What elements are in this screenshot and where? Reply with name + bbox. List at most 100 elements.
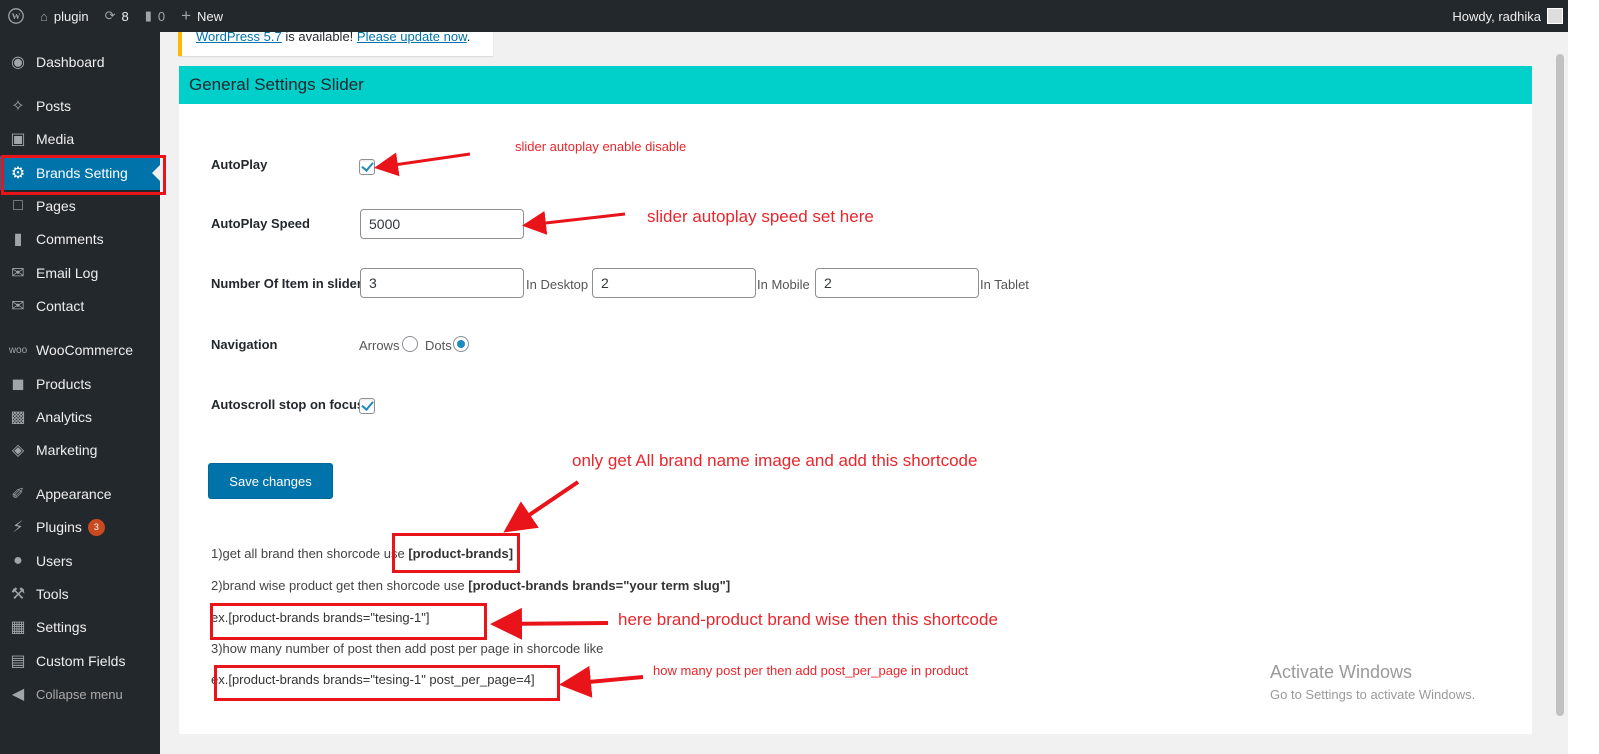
sidebar-item-label: Products <box>36 376 92 392</box>
autoscroll-label: Autoscroll stop on focus <box>211 397 365 412</box>
site-name-link[interactable]: ⌂ plugin <box>32 0 97 32</box>
sidebar-item-label: Marketing <box>36 442 98 458</box>
sidebar-item-products[interactable]: ◼ Products <box>0 367 160 401</box>
contact-icon: ✉ <box>11 298 25 315</box>
plug-icon: ⚡ <box>12 519 24 536</box>
sidebar-item-comments[interactable]: ▮ Comments <box>0 222 160 256</box>
sidebar-item-tools[interactable]: ⚒ Tools <box>0 577 160 611</box>
new-label: New <box>197 8 224 24</box>
collapse-menu-button[interactable]: ◀ Collapse menu <box>0 677 160 711</box>
dots-radio[interactable] <box>453 336 469 352</box>
panel-title: General Settings Slider <box>179 66 1532 104</box>
sidebar-item-custom-fields[interactable]: ▤ Custom Fields <box>0 644 160 678</box>
megaphone-icon: ◈ <box>11 442 25 459</box>
arrows-label: Arrows <box>359 338 400 353</box>
dots-label: Dots <box>425 338 452 353</box>
shortcode-code: [product-brands brands="your term slug"] <box>468 578 731 593</box>
sidebar-item-label: Collapse menu <box>36 686 123 702</box>
tablet-items-input[interactable]: 2 <box>815 268 979 298</box>
highlight-box-brands-setting <box>1 155 166 195</box>
updates-link[interactable]: ⟳ 8 <box>97 0 137 32</box>
sidebar-item-label: Contact <box>36 298 85 314</box>
sidebar-item-label: Media <box>36 131 75 147</box>
highlight-box-example-2 <box>214 665 560 701</box>
shortcode-line-2: 2)brand wise product get then shorcode u… <box>211 578 730 593</box>
activate-windows-title: Activate Windows <box>1270 662 1413 682</box>
shortcode-text: 2)brand wise product get then shorcode u… <box>211 578 469 593</box>
avatar <box>1547 8 1563 24</box>
howdy-text: Howdy, radhika <box>1452 8 1541 24</box>
mobile-suffix: In Mobile <box>757 277 810 292</box>
sidebar-item-media[interactable]: ▣ Media <box>0 122 160 156</box>
autoplay-speed-label: AutoPlay Speed <box>211 216 310 231</box>
new-content-link[interactable]: + New <box>173 0 231 32</box>
svg-text:W: W <box>12 11 21 21</box>
navigation-label: Navigation <box>211 337 278 352</box>
site-name: plugin <box>53 8 89 24</box>
pages-icon: □ <box>13 197 23 214</box>
sidebar-item-email-log[interactable]: ✉ Email Log <box>0 256 160 290</box>
right-edge-pane <box>1568 0 1599 754</box>
media-icon: ▣ <box>10 131 26 148</box>
shortcode-text: 1)get all brand then shorcode use <box>211 546 409 561</box>
sidebar-item-contact[interactable]: ✉ Contact <box>0 289 160 323</box>
autoscroll-checkbox[interactable] <box>359 398 375 414</box>
desktop-items-input[interactable]: 3 <box>360 268 524 298</box>
tablet-suffix: In Tablet <box>980 277 1029 292</box>
comment-icon: ▮ <box>13 231 23 248</box>
arrows-radio[interactable] <box>402 336 418 352</box>
sidebar-item-analytics[interactable]: ▩ Analytics <box>0 400 160 434</box>
sidebar-item-posts[interactable]: ✧ Posts <box>0 89 160 123</box>
wordpress-version-link[interactable]: WordPress 5.7 <box>196 32 282 44</box>
sidebar-item-settings[interactable]: ▦ Settings <box>0 610 160 644</box>
plus-icon: + <box>181 6 192 25</box>
comments-link[interactable]: ▮ 0 <box>137 0 173 32</box>
annotation-autoplay: slider autoplay enable disable <box>515 139 687 154</box>
wordpress-logo-icon[interactable]: W <box>0 0 32 32</box>
sidebar-item-plugins[interactable]: ⚡ Plugins 3 <box>0 510 160 544</box>
sidebar-item-appearance[interactable]: ✐ Appearance <box>0 477 160 511</box>
bar-chart-icon: ▩ <box>10 409 26 426</box>
notice-end: . <box>466 32 471 44</box>
admin-bar: W ⌂ plugin ⟳ 8 ▮ 0 + New Howdy, radhika <box>0 0 1599 32</box>
sidebar-item-dashboard[interactable]: ◉ Dashboard <box>0 45 160 79</box>
sidebar-item-woocommerce[interactable]: woo WooCommerce <box>0 333 160 367</box>
desktop-suffix: In Desktop <box>526 277 589 292</box>
scrollbar-thumb[interactable] <box>1556 54 1564 716</box>
annotation-shortcode: only get All brand name image and add th… <box>572 451 978 470</box>
sidebar-item-label: Pages <box>36 198 76 214</box>
shortcode-line-3: 3)how many number of post then add post … <box>211 641 604 656</box>
box-icon: ◼ <box>11 376 25 393</box>
sidebar-item-label: Custom Fields <box>36 653 126 669</box>
sidebar-item-label: Email Log <box>36 265 99 281</box>
autoplay-label: AutoPlay <box>211 157 268 172</box>
sidebar-item-label: Users <box>36 553 73 569</box>
mobile-items-input[interactable]: 2 <box>592 268 756 298</box>
highlight-box-product-brands <box>392 533 520 573</box>
account-menu[interactable]: Howdy, radhika <box>1452 0 1563 32</box>
sidebar-item-label: Comments <box>36 231 104 247</box>
pin-icon: ✧ <box>11 98 25 115</box>
update-notice: WordPress 5.7 is available! Please updat… <box>178 32 493 56</box>
update-now-link[interactable]: Please update now <box>357 32 467 44</box>
sidebar-item-marketing[interactable]: ◈ Marketing <box>0 433 160 467</box>
activate-windows-subtitle: Go to Settings to activate Windows. <box>1270 687 1476 702</box>
brush-icon: ✐ <box>11 486 25 503</box>
annotation-brandwise: here brand-product brand wise then this … <box>618 610 998 629</box>
page-scrollbar[interactable] <box>1551 32 1568 754</box>
autoplay-speed-input[interactable]: 5000 <box>360 209 524 239</box>
user-icon: ● <box>13 552 23 569</box>
annotation-speed: slider autoplay speed set here <box>647 207 874 226</box>
sidebar-item-label: Dashboard <box>36 54 105 70</box>
sidebar-item-label: WooCommerce <box>36 342 133 358</box>
sidebar-item-label: Settings <box>36 619 87 635</box>
save-changes-button[interactable]: Save changes <box>208 463 333 499</box>
comments-count: 0 <box>157 8 166 24</box>
sidebar-item-users[interactable]: ● Users <box>0 544 160 578</box>
sidebar-item-label: Appearance <box>36 486 112 502</box>
sidebar-item-label: Tools <box>36 586 69 602</box>
highlight-box-example-1 <box>210 603 487 640</box>
autoplay-checkbox[interactable] <box>359 159 375 175</box>
items-in-slider-label: Number Of Item in slider <box>211 276 362 291</box>
sidebar-item-label: Analytics <box>36 409 93 425</box>
